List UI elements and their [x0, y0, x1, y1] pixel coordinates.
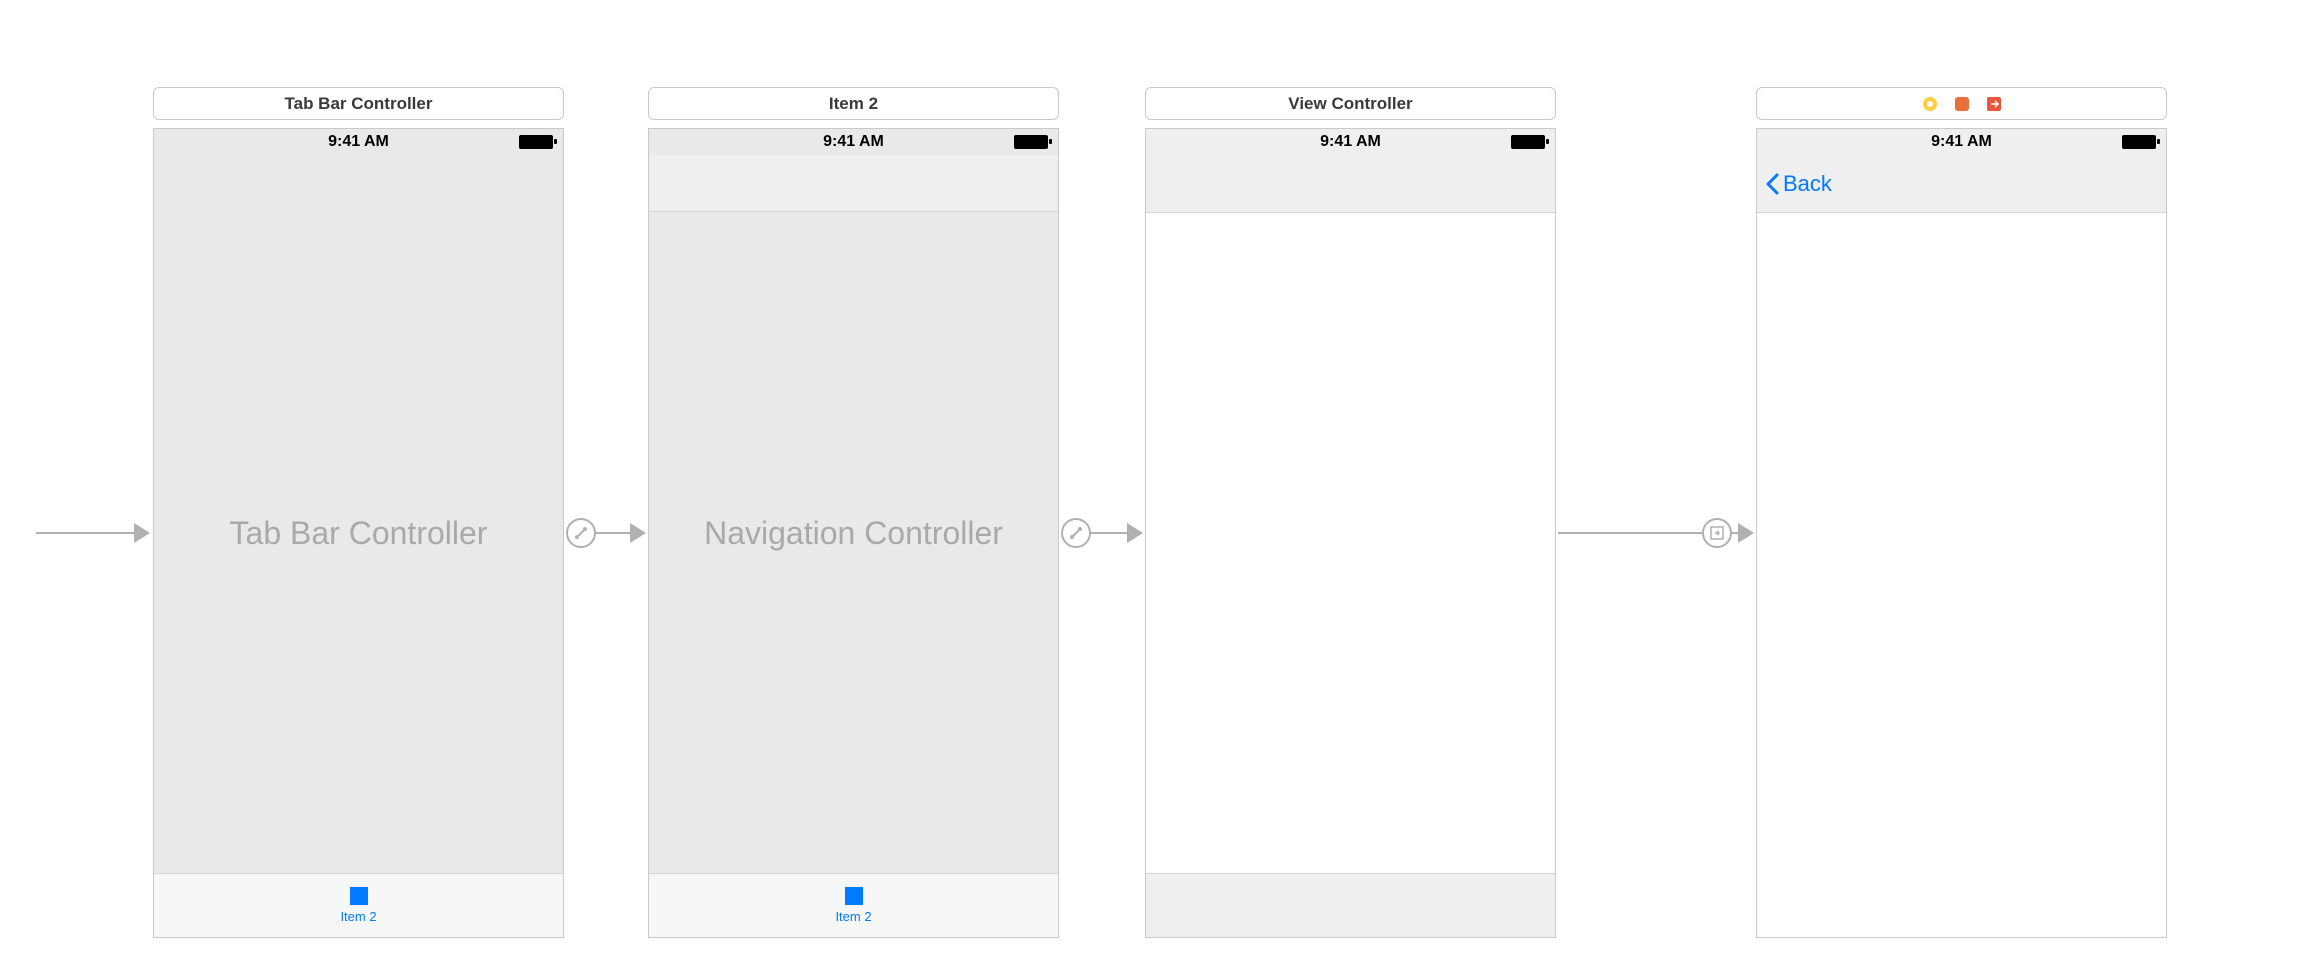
arrowhead-icon [630, 523, 646, 543]
scene-title-text: Item 2 [829, 94, 878, 114]
back-button[interactable]: Back [1765, 171, 1832, 197]
scene-view-controller[interactable]: 9:41 AM [1145, 128, 1556, 938]
status-time: 9:41 AM [1931, 133, 1992, 151]
entry-point-arrow [36, 503, 150, 563]
segue-tabbar-to-nav[interactable] [566, 503, 646, 563]
placeholder-label: Navigation Controller [649, 129, 1058, 937]
class-identity-icon [1920, 94, 1940, 114]
chevron-left-icon [1765, 173, 1781, 195]
tab-item-icon[interactable] [845, 887, 863, 905]
segue-nav-to-view[interactable] [1061, 503, 1143, 563]
tab-item-icon[interactable] [350, 887, 368, 905]
relationship-segue-icon [1061, 518, 1091, 548]
show-segue-icon [1702, 518, 1732, 548]
segue-line [596, 532, 630, 534]
scene-detail-view-controller[interactable]: 9:41 AM Back [1756, 128, 2167, 938]
navigation-bar[interactable]: Back [1757, 155, 2166, 212]
battery-icon [1511, 135, 1545, 149]
scene-title-text: Tab Bar Controller [285, 94, 433, 114]
arrowhead-icon [1127, 523, 1143, 543]
tab-item-label[interactable]: Item 2 [835, 909, 871, 924]
status-bar: 9:41 AM [1146, 129, 1555, 155]
exit-icon [1984, 94, 2004, 114]
back-button-label: Back [1783, 171, 1832, 197]
arrowhead-icon [134, 523, 150, 543]
scene-title-text: View Controller [1288, 94, 1412, 114]
scene-title-detail[interactable] [1756, 87, 2167, 120]
segue-line [36, 532, 134, 534]
status-time: 9:41 AM [1320, 133, 1381, 151]
scene-title-tabbar[interactable]: Tab Bar Controller [153, 87, 564, 120]
storyboard-canvas[interactable]: Tab Bar Controller 9:41 AM Tab Bar Contr… [0, 0, 2316, 978]
navigation-bar[interactable] [1146, 155, 1555, 212]
scene-tabbar-controller[interactable]: 9:41 AM Tab Bar Controller Item 2 [153, 128, 564, 938]
status-bar: 9:41 AM [1757, 129, 2166, 155]
scene-title-nav[interactable]: Item 2 [648, 87, 1059, 120]
scene-navigation-controller[interactable]: 9:41 AM Navigation Controller Item 2 [648, 128, 1059, 938]
tab-bar-placeholder [1146, 873, 1555, 937]
tab-item-label[interactable]: Item 2 [340, 909, 376, 924]
battery-icon [2122, 135, 2156, 149]
relationship-segue-icon [566, 518, 596, 548]
segue-line [1091, 532, 1127, 534]
first-responder-icon [1952, 94, 1972, 114]
arrowhead-icon [1738, 523, 1754, 543]
tab-bar[interactable]: Item 2 [649, 873, 1058, 937]
tab-bar[interactable]: Item 2 [154, 873, 563, 937]
segue-view-to-detail[interactable] [1558, 503, 1754, 563]
scene-title-view[interactable]: View Controller [1145, 87, 1556, 120]
placeholder-label: Tab Bar Controller [154, 129, 563, 937]
segue-line [1558, 532, 1702, 534]
